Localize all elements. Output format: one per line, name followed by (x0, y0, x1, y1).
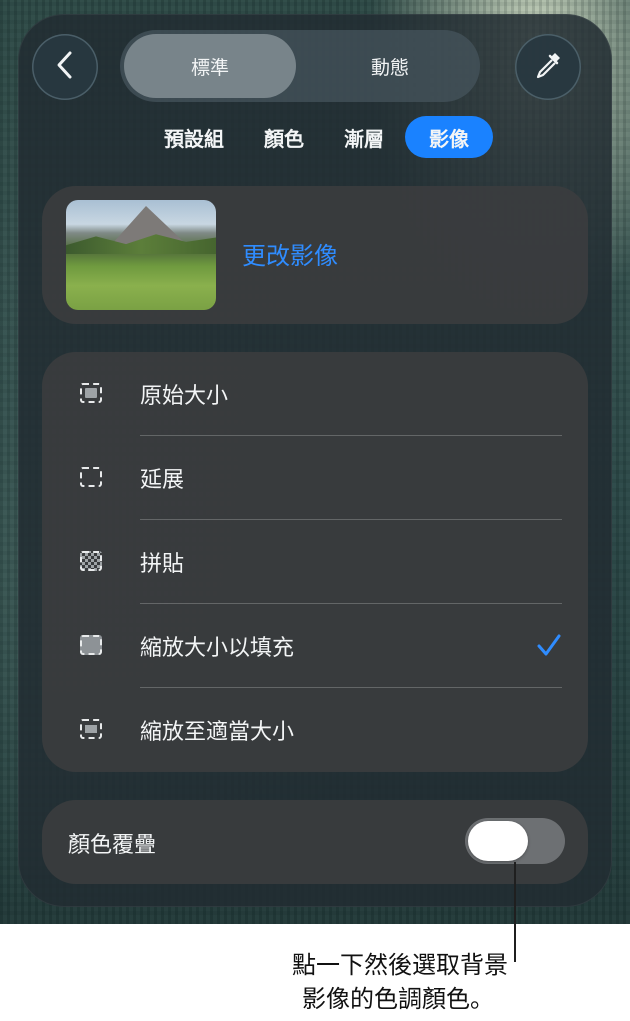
change-image-button[interactable]: 更改影像 (242, 236, 338, 271)
option-stretch[interactable]: 延展 (42, 436, 588, 520)
callout-line-2: 影像的色調顏色。 (302, 985, 494, 1013)
tab-gradient[interactable]: 漸層 (336, 116, 392, 158)
color-picker-button[interactable] (515, 34, 581, 100)
fill-type-tabs: 預設組 顏色 漸層 影像 (0, 116, 630, 158)
checkmark-icon (536, 632, 562, 658)
eyedropper-icon (533, 50, 563, 84)
callout-text: 點一下然後選取背景 影像的色調顏色。 (88, 948, 508, 1016)
option-original-size[interactable]: 原始大小 (42, 352, 588, 436)
callout-line (514, 862, 516, 962)
chevron-left-icon (54, 50, 76, 84)
color-overlay-row: 顏色覆疊 (42, 800, 588, 884)
segment-dynamic[interactable]: 動態 (304, 34, 476, 98)
tab-image[interactable]: 影像 (405, 116, 493, 158)
stretch-icon (80, 467, 102, 487)
tab-presets[interactable]: 預設組 (154, 116, 234, 158)
option-scale-to-fill[interactable]: 縮放大小以填充 (42, 604, 588, 688)
option-label: 延展 (140, 468, 185, 493)
callout-line-1: 點一下然後選取背景 (292, 951, 508, 979)
tile-icon (80, 551, 102, 571)
option-label: 縮放大小以填充 (140, 636, 295, 661)
image-thumbnail[interactable] (66, 200, 216, 310)
change-image-card[interactable]: 更改影像 (42, 186, 588, 324)
option-tile[interactable]: 拼貼 (42, 520, 588, 604)
option-label: 拼貼 (140, 552, 185, 577)
toggle-knob (468, 821, 528, 861)
image-scaling-options: 原始大小 延展 拼貼 縮放大小以填充 縮放至適當大小 (42, 352, 588, 772)
scale-to-fill-icon (80, 635, 102, 655)
original-size-icon (80, 383, 102, 403)
tab-color[interactable]: 顏色 (256, 116, 312, 158)
standard-dynamic-segmented-control: 標準 動態 (120, 30, 480, 102)
option-scale-to-fit[interactable]: 縮放至適當大小 (42, 688, 588, 772)
option-label: 原始大小 (140, 384, 229, 409)
color-overlay-toggle[interactable] (465, 818, 565, 864)
back-button[interactable] (32, 34, 98, 100)
color-overlay-label: 顏色覆疊 (68, 833, 157, 858)
option-label: 縮放至適當大小 (140, 720, 295, 745)
segment-standard[interactable]: 標準 (124, 34, 296, 98)
scale-to-fit-icon (80, 719, 102, 739)
